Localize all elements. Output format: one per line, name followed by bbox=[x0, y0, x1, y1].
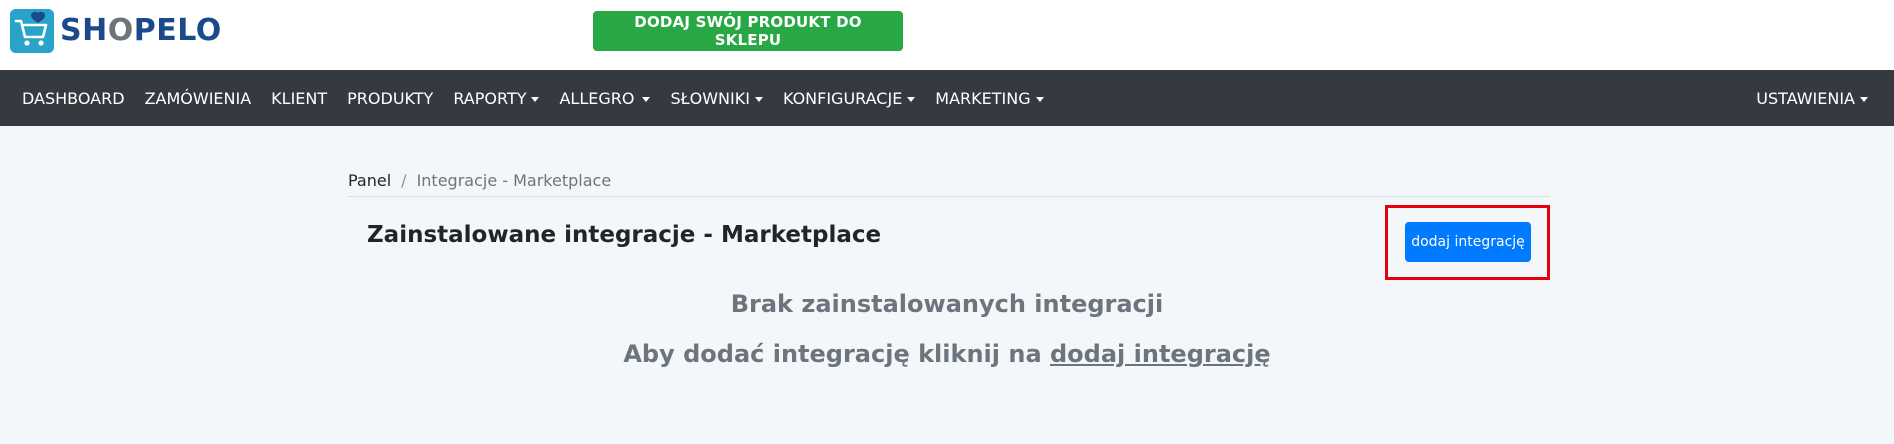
caret-down-icon bbox=[754, 96, 763, 102]
nav-item-label: RAPORTY bbox=[453, 88, 527, 108]
nav-item-label: PRODUKTY bbox=[347, 88, 434, 108]
empty-state-hint-text: Aby dodać integrację kliknij na bbox=[623, 340, 1050, 368]
caret-down-icon bbox=[531, 96, 540, 102]
breadcrumb-separator: / bbox=[401, 171, 407, 190]
nav-item-label: ALLEGRO bbox=[559, 88, 635, 108]
nav-item-label: MARKETING bbox=[935, 88, 1031, 108]
caret-down-icon bbox=[642, 96, 651, 102]
nav-item-klient[interactable]: KLIENT bbox=[271, 89, 327, 108]
nav-item-allegro[interactable]: ALLEGRO bbox=[559, 88, 651, 108]
nav-item-label: KLIENT bbox=[271, 88, 328, 108]
nav-menu: DASHBOARD ZAMÓWIENIA KLIENT PRODUKTY RAP… bbox=[22, 70, 1064, 126]
main-navbar: DASHBOARD ZAMÓWIENIA KLIENT PRODUKTY RAP… bbox=[0, 70, 1894, 126]
page-title: Zainstalowane integracje - Marketplace bbox=[367, 222, 882, 248]
add-integration-link[interactable]: dodaj integrację bbox=[1050, 340, 1271, 368]
nav-right: USTAWIENIA bbox=[1756, 70, 1868, 126]
nav-item-zamowienia[interactable]: ZAMÓWIENIA bbox=[145, 89, 252, 108]
nav-item-produkty[interactable]: PRODUKTY bbox=[347, 89, 433, 108]
logo-text-o: O bbox=[107, 13, 134, 48]
nav-item-ustawienia[interactable]: USTAWIENIA bbox=[1756, 89, 1868, 108]
empty-state-hint: Aby dodać integrację kliknij na dodaj in… bbox=[0, 340, 1894, 368]
caret-down-icon bbox=[907, 96, 916, 102]
nav-item-label: KONFIGURACJE bbox=[782, 88, 903, 108]
add-your-product-button[interactable]: DODAJ SWÓJ PRODUKT DO SKLEPU bbox=[593, 11, 903, 51]
nav-item-label: USTAWIENIA bbox=[1756, 88, 1855, 108]
caret-down-icon bbox=[1035, 96, 1044, 102]
empty-state-title: Brak zainstalowanych integracji bbox=[730, 290, 1164, 318]
logo-wordmark: SHOPELO bbox=[60, 16, 222, 46]
nav-item-dashboard[interactable]: DASHBOARD bbox=[22, 89, 125, 108]
caret-down-icon bbox=[1860, 96, 1868, 102]
nav-item-slowniki[interactable]: SŁOWNIKI bbox=[670, 88, 763, 108]
breadcrumb-current: Integracje - Marketplace bbox=[416, 171, 612, 190]
nav-item-label: ZAMÓWIENIA bbox=[144, 88, 252, 108]
nav-item-konfiguracje[interactable]: KONFIGURACJE bbox=[782, 88, 916, 108]
shopping-cart-heart-icon bbox=[10, 9, 54, 53]
breadcrumb: Panel / Integracje - Marketplace bbox=[348, 165, 1550, 197]
nav-item-raporty[interactable]: RAPORTY bbox=[453, 88, 540, 108]
breadcrumb-home-link[interactable]: Panel bbox=[348, 171, 391, 190]
add-integration-button[interactable]: dodaj integrację bbox=[1405, 222, 1531, 262]
nav-item-marketing[interactable]: MARKETING bbox=[935, 88, 1044, 108]
logo-text-part-2: PELO bbox=[133, 13, 222, 48]
shopelo-logo[interactable]: SHOPELO bbox=[10, 8, 222, 54]
nav-item-label: DASHBOARD bbox=[22, 88, 125, 108]
logo-text-part-1: SH bbox=[60, 13, 108, 48]
nav-item-label: SŁOWNIKI bbox=[670, 88, 750, 108]
top-header: SHOPELO DODAJ SWÓJ PRODUKT DO SKLEPU bbox=[0, 0, 1894, 70]
